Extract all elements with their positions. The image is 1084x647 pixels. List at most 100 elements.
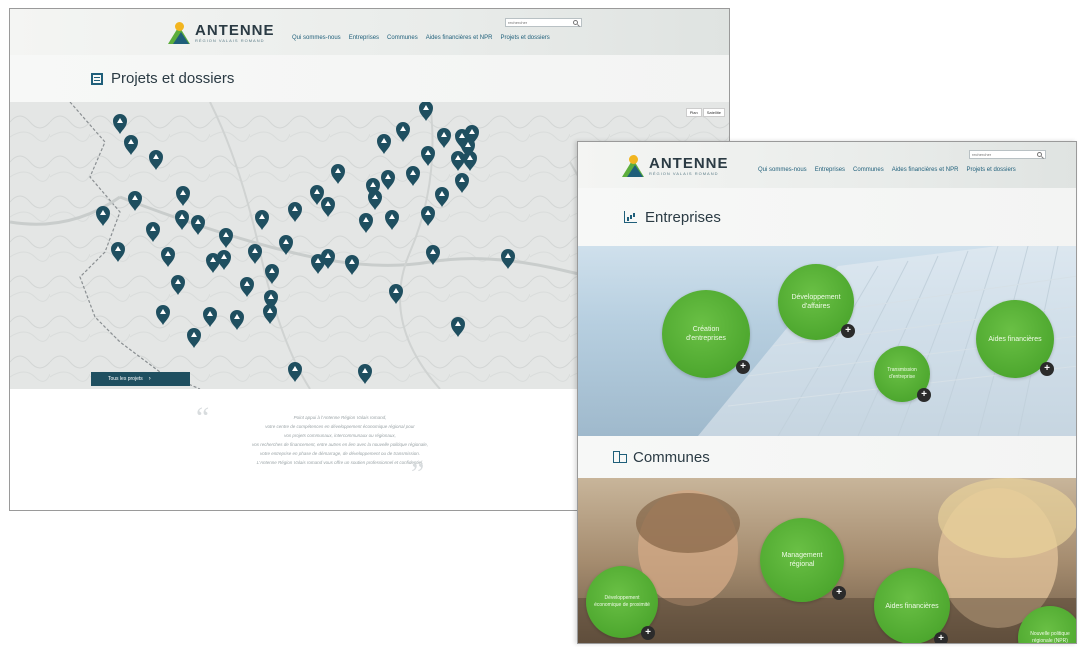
project-marker-icon[interactable] (217, 250, 231, 270)
project-marker-icon[interactable] (435, 187, 449, 207)
project-marker-icon[interactable] (176, 186, 190, 206)
entreprises-band: Création d'entreprises + Développement d… (578, 246, 1076, 436)
antenne-logo[interactable]: ANTENNE RÉGION VALAIS ROMAND (622, 155, 729, 177)
project-marker-icon[interactable] (124, 135, 138, 155)
project-marker-icon[interactable] (240, 277, 254, 297)
bubble-aides-financieres-communes[interactable]: Aides financières + (874, 568, 950, 643)
chart-icon (624, 211, 637, 223)
section-title-communes: Communes (633, 448, 710, 466)
project-marker-icon[interactable] (111, 242, 125, 262)
nav-item-aides[interactable]: Aides financières et NPR (426, 35, 493, 41)
plus-icon[interactable]: + (1040, 362, 1054, 376)
project-marker-icon[interactable] (265, 264, 279, 284)
project-marker-icon[interactable] (396, 122, 410, 142)
project-marker-icon[interactable] (501, 249, 515, 269)
section-title-entreprises: Entreprises (645, 208, 721, 226)
nav-item-aides[interactable]: Aides financières et NPR (892, 167, 959, 173)
nav-item-communes[interactable]: Communes (387, 35, 418, 41)
project-marker-icon[interactable] (421, 146, 435, 166)
project-marker-icon[interactable] (248, 244, 262, 264)
quote-line: votre centre de compétences en développe… (265, 424, 415, 429)
project-marker-icon[interactable] (128, 191, 142, 211)
project-marker-icon[interactable] (96, 206, 110, 226)
all-projects-label: Tous les projets (108, 376, 143, 382)
project-marker-icon[interactable] (255, 210, 269, 230)
nav-item-about[interactable]: Qui sommes-nous (758, 167, 807, 173)
bubble-label: Développement économique de proximité (594, 595, 650, 608)
project-marker-icon[interactable] (359, 213, 373, 233)
project-marker-icon[interactable] (146, 222, 160, 242)
project-marker-icon[interactable] (187, 328, 201, 348)
section-header-projets: Projets et dossiers (10, 55, 729, 102)
nav-item-communes[interactable]: Communes (853, 167, 884, 173)
project-marker-icon[interactable] (219, 228, 233, 248)
project-marker-icon[interactable] (455, 173, 469, 193)
project-marker-icon[interactable] (385, 210, 399, 230)
project-marker-icon[interactable] (345, 255, 359, 275)
mission-quote: Point appui à l'Antenne Région Valais ro… (140, 413, 540, 467)
bubble-developpement-economique[interactable]: Développement économique de proximité + (586, 566, 658, 640)
plus-icon[interactable]: + (841, 324, 855, 338)
nav-item-projets[interactable]: Projets et dossiers (500, 35, 549, 41)
search-input[interactable] (506, 19, 572, 26)
search-icon[interactable] (1037, 152, 1042, 157)
plus-icon[interactable]: + (917, 388, 931, 402)
project-marker-icon[interactable] (113, 114, 127, 134)
project-marker-icon[interactable] (230, 310, 244, 330)
project-marker-icon[interactable] (426, 245, 440, 265)
project-marker-icon[interactable] (451, 151, 465, 171)
project-marker-icon[interactable] (437, 128, 451, 148)
page-title: Projets et dossiers (111, 70, 235, 87)
project-marker-icon[interactable] (451, 317, 465, 337)
project-marker-icon[interactable] (377, 134, 391, 154)
logo-title: ANTENNE (195, 22, 275, 39)
project-marker-icon[interactable] (358, 364, 372, 384)
antenne-logo-icon (168, 22, 190, 44)
project-marker-icon[interactable] (149, 150, 163, 170)
all-projects-button[interactable]: Tous les projets › (91, 372, 190, 386)
project-marker-icon[interactable] (288, 202, 302, 222)
bubble-aides-financieres[interactable]: Aides financières + (976, 300, 1054, 378)
project-marker-icon[interactable] (175, 210, 189, 230)
plus-icon[interactable]: + (934, 632, 948, 643)
bubble-label: Aides financières (988, 335, 1042, 343)
nav-item-entreprises[interactable]: Entreprises (349, 35, 379, 41)
project-marker-icon[interactable] (406, 166, 420, 186)
plus-icon[interactable]: + (832, 586, 846, 600)
nav-item-entreprises[interactable]: Entreprises (815, 167, 845, 173)
nav-item-projets[interactable]: Projets et dossiers (966, 167, 1015, 173)
search-icon[interactable] (573, 20, 578, 25)
project-marker-icon[interactable] (191, 215, 205, 235)
quote-line: Point appui à l'Antenne Région Valais ro… (293, 415, 387, 420)
plus-icon[interactable]: + (736, 360, 750, 374)
plus-icon[interactable]: + (641, 626, 655, 640)
project-marker-icon[interactable] (389, 284, 403, 304)
section-header-entreprises: Entreprises (578, 188, 1076, 246)
project-marker-icon[interactable] (331, 164, 345, 184)
bubble-transmission-entreprise[interactable]: Transmission d'entreprise + (874, 346, 931, 402)
project-marker-icon[interactable] (419, 102, 433, 121)
project-marker-icon[interactable] (321, 197, 335, 217)
project-marker-icon[interactable] (288, 362, 302, 382)
quote-line: votre entreprise en phase de démarrage, … (259, 451, 421, 456)
bubble-management-regional[interactable]: Management régional + (760, 518, 846, 602)
main-nav: Qui sommes-nous Entreprises Communes Aid… (758, 167, 1016, 173)
project-marker-icon[interactable] (279, 235, 293, 255)
antenne-logo[interactable]: ANTENNE RÉGION VALAIS ROMAND (168, 22, 275, 44)
nav-item-about[interactable]: Qui sommes-nous (292, 35, 341, 41)
project-marker-icon[interactable] (421, 206, 435, 226)
search-box[interactable] (969, 150, 1046, 159)
project-marker-icon[interactable] (463, 151, 477, 171)
project-marker-icon[interactable] (156, 305, 170, 325)
project-marker-icon[interactable] (203, 307, 217, 327)
project-marker-icon[interactable] (161, 247, 175, 267)
search-box[interactable] (505, 18, 582, 27)
building-icon (613, 451, 627, 463)
site-header: ANTENNE RÉGION VALAIS ROMAND Qui sommes-… (10, 9, 729, 55)
bubble-creation-entreprises[interactable]: Création d'entreprises + (662, 290, 750, 378)
project-marker-icon[interactable] (171, 275, 185, 295)
project-marker-icon[interactable] (381, 170, 395, 190)
project-marker-icon[interactable] (263, 304, 277, 324)
search-input[interactable] (970, 151, 1036, 158)
bubble-developpement-affaires[interactable]: Développement d'affaires + (778, 264, 855, 340)
